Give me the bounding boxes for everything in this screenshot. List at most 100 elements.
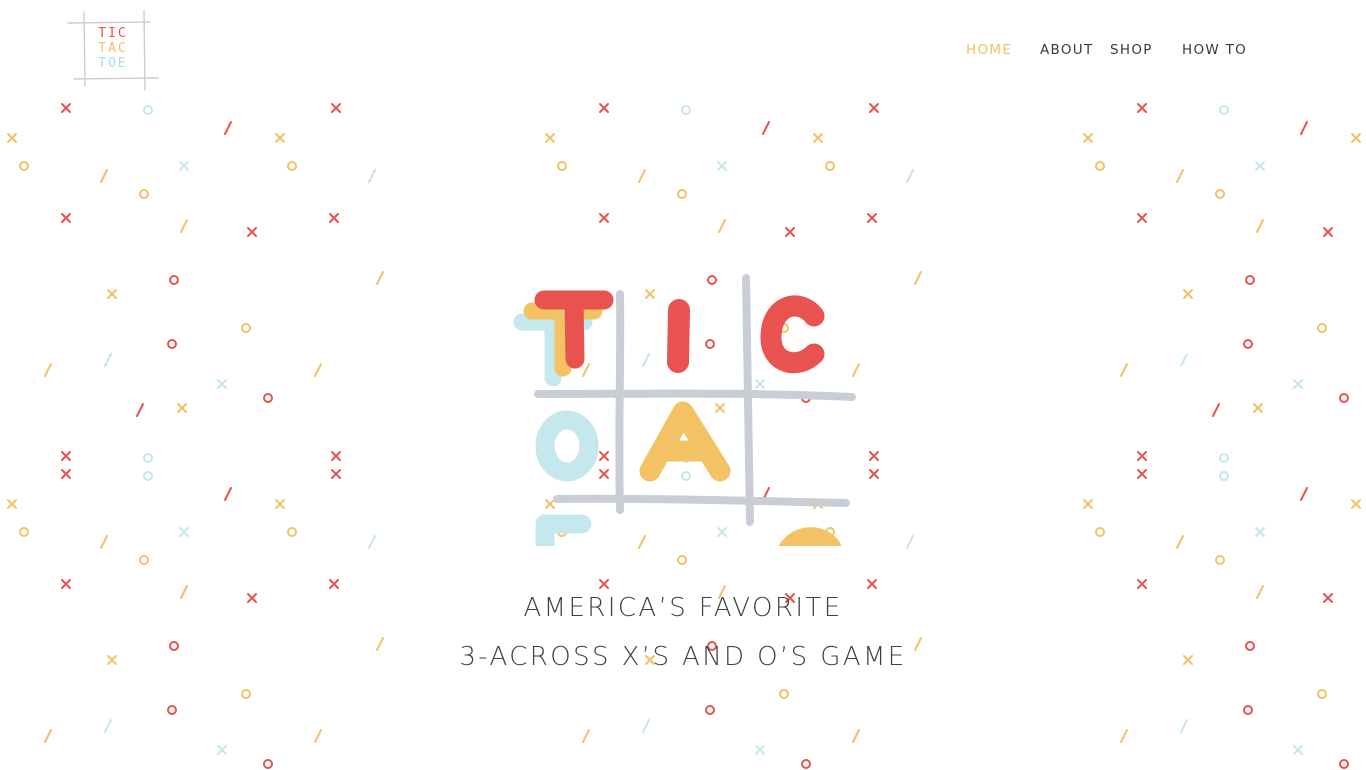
logo-word-tic: TIC xyxy=(98,26,128,41)
grid-line-left xyxy=(615,290,625,514)
confetti-circle xyxy=(825,161,835,171)
confetti-circle xyxy=(143,471,153,481)
confetti-circle xyxy=(1219,471,1229,481)
confetti-dash xyxy=(852,729,860,743)
confetti-cross xyxy=(329,579,339,589)
confetti-cross xyxy=(331,451,341,461)
confetti-cross xyxy=(7,133,17,143)
confetti-dash xyxy=(1300,121,1308,135)
confetti-dash xyxy=(582,729,590,743)
confetti-dash xyxy=(224,121,232,135)
nav-home[interactable]: HOME xyxy=(966,40,1012,60)
tic-tac-toe-logo[interactable]: TIC TAC TOE xyxy=(66,10,160,94)
confetti-cross xyxy=(177,403,187,413)
nav-shop[interactable]: SHOP xyxy=(1110,40,1153,60)
confetti-circle xyxy=(139,189,149,199)
letter-c-top xyxy=(760,295,825,374)
confetti-circle xyxy=(1339,393,1349,403)
confetti-cross xyxy=(247,227,257,237)
confetti-dash xyxy=(1176,169,1184,183)
confetti-cross xyxy=(217,379,227,389)
confetti-circle xyxy=(1339,759,1349,769)
confetti-cross xyxy=(61,579,71,589)
confetti-circle xyxy=(1317,323,1327,333)
confetti-cross xyxy=(1083,499,1093,509)
confetti-cross xyxy=(331,469,341,479)
confetti-circle xyxy=(139,555,149,565)
nav-about[interactable]: ABOUT xyxy=(1040,40,1094,60)
confetti-circle xyxy=(19,527,29,537)
confetti-cross xyxy=(61,451,71,461)
confetti-dash xyxy=(762,121,770,135)
confetti-cross xyxy=(1183,289,1193,299)
confetti-dash xyxy=(44,363,52,377)
letter-a xyxy=(639,401,731,482)
tagline-line-2: 3-ACROSS X’S AND O’S GAME xyxy=(459,642,907,672)
confetti-cross xyxy=(1137,579,1147,589)
confetti-cross xyxy=(1137,213,1147,223)
confetti-dash xyxy=(376,271,384,285)
letter-o xyxy=(535,410,599,482)
confetti-dash xyxy=(368,535,376,549)
confetti-circle xyxy=(287,527,297,537)
confetti-dash xyxy=(180,219,188,233)
hero-section: AMERICA’S FAVORITE 3-ACROSS X’S AND O’S … xyxy=(0,98,1366,770)
confetti-dash xyxy=(1180,353,1188,367)
nav-how-to[interactable]: HOW TO xyxy=(1182,40,1247,60)
confetti-cross xyxy=(717,161,727,171)
confetti-dash xyxy=(314,363,322,377)
confetti-cross xyxy=(1137,469,1147,479)
confetti-circle xyxy=(241,323,251,333)
confetti-dash xyxy=(100,535,108,549)
confetti-cross xyxy=(599,103,609,113)
confetti-cross xyxy=(331,103,341,113)
confetti-cross xyxy=(61,469,71,479)
letter-e xyxy=(535,514,592,546)
letter-c-bottom xyxy=(778,527,842,546)
confetti-cross xyxy=(329,213,339,223)
confetti-cross xyxy=(867,579,877,589)
confetti-cross xyxy=(813,133,823,143)
logo-word-toe: TOE xyxy=(98,56,128,71)
tagline-line-1: AMERICA’S FAVORITE xyxy=(523,593,843,623)
confetti-cross xyxy=(599,579,609,589)
confetti-dash xyxy=(224,487,232,501)
confetti-dash xyxy=(368,169,376,183)
confetti-cross xyxy=(1255,161,1265,171)
site-header: TIC TAC TOE HOME ABOUT SHOP HOW TO xyxy=(0,0,1366,98)
confetti-circle xyxy=(143,453,153,463)
confetti-cross xyxy=(61,213,71,223)
grid-line-right xyxy=(742,274,754,526)
confetti-cross xyxy=(1083,133,1093,143)
confetti-circle xyxy=(1317,689,1327,699)
confetti-cross xyxy=(61,103,71,113)
confetti-cross xyxy=(545,133,555,143)
confetti-dash xyxy=(100,169,108,183)
confetti-dash xyxy=(1300,487,1308,501)
letter-i xyxy=(667,299,690,373)
page: TIC TAC TOE HOME ABOUT SHOP HOW TO AMERI… xyxy=(0,0,1366,770)
confetti-dash xyxy=(906,169,914,183)
confetti-circle xyxy=(801,759,811,769)
confetti-dash xyxy=(1176,535,1184,549)
confetti-cross xyxy=(217,745,227,755)
confetti-circle xyxy=(681,105,691,115)
confetti-dash xyxy=(1120,363,1128,377)
confetti-cross xyxy=(275,499,285,509)
confetti-circle xyxy=(143,105,153,115)
confetti-circle xyxy=(167,705,177,715)
confetti-dash xyxy=(104,719,112,733)
confetti-circle xyxy=(1095,161,1105,171)
confetti-cross xyxy=(179,527,189,537)
confetti-circle xyxy=(557,161,567,171)
confetti-dash xyxy=(638,169,646,183)
confetti-cross xyxy=(1293,745,1303,755)
confetti-circle xyxy=(19,161,29,171)
confetti-circle xyxy=(1219,453,1229,463)
grid-line-top xyxy=(534,389,856,401)
confetti-circle xyxy=(1245,275,1255,285)
confetti-dash xyxy=(906,535,914,549)
confetti-circle xyxy=(241,689,251,699)
confetti-circle xyxy=(1215,189,1225,199)
confetti-circle xyxy=(263,393,273,403)
